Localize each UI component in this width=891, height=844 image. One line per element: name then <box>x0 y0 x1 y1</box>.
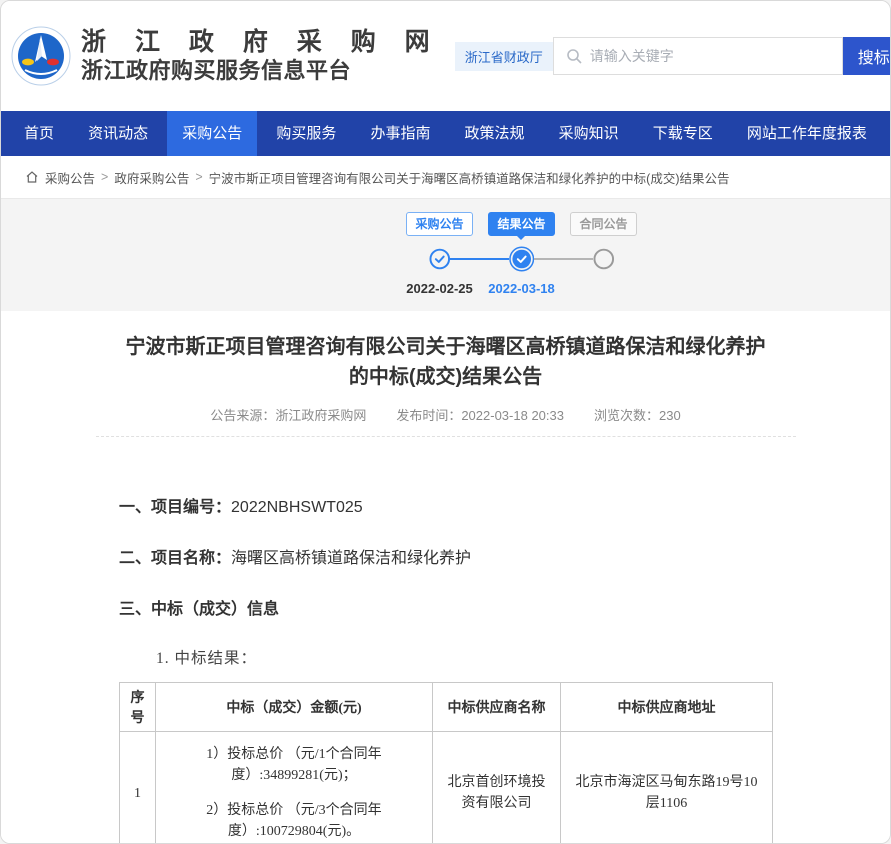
site-subtitle: 浙江政府购买服务信息平台 <box>81 57 441 85</box>
breadcrumb: 采购公告 > 政府采购公告 > 宁波市斯正项目管理咨询有限公司关于海曙区高桥镇道… <box>1 156 890 199</box>
cell-seq: 1 <box>120 732 156 844</box>
stage-chip-contract[interactable]: 合同公告 <box>570 212 636 236</box>
stage-timeline: 采购公告 结果公告 合同公告 <box>399 212 645 296</box>
stage-date-procurement: 2022-02-25 <box>406 281 473 296</box>
search-input[interactable] <box>590 48 842 64</box>
nav-item-news[interactable]: 资讯动态 <box>73 111 163 156</box>
article-title: 宁波市斯正项目管理咨询有限公司关于海曙区高桥镇道路保洁和绿化养护的中标(成交)结… <box>126 332 766 392</box>
header-supplier: 中标供应商名称 <box>433 683 561 732</box>
project-name-item: 二、项目名称：海曙区高桥镇道路保洁和绿化养护 <box>119 544 890 568</box>
award-info-label: 三、中标（成交）信息 <box>119 601 279 618</box>
search-box <box>553 37 843 75</box>
nav-item-knowledge[interactable]: 采购知识 <box>544 111 634 156</box>
brand-block: 浙 江 政 府 采 购 网 浙江政府购买服务信息平台 <box>81 27 441 85</box>
nav-item-purchase-service[interactable]: 购买服务 <box>261 111 351 156</box>
site-title: 浙 江 政 府 采 购 网 <box>81 27 441 57</box>
nav-item-download[interactable]: 下载专区 <box>638 111 728 156</box>
main-nav: 首页 资讯动态 采购公告 购买服务 办事指南 政策法规 采购知识 下载专区 网站… <box>1 111 890 156</box>
search-title-button[interactable]: 搜标题 <box>843 37 891 75</box>
article-body: 一、项目编号：2022NBHSWT025 二、项目名称：海曙区高桥镇道路保洁和绿… <box>1 437 890 844</box>
meta-source: 公告来源：浙江政府采购网 <box>210 405 366 424</box>
header-seq: 序号 <box>120 683 156 732</box>
site-logo-icon <box>11 26 71 86</box>
timeline-dates: 2022-02-25 2022-03-18 <box>399 281 645 296</box>
breadcrumb-separator: > <box>195 170 202 184</box>
article-meta: 公告来源：浙江政府采购网 发布时间：2022-03-18 20:33 浏览次数：… <box>1 405 890 424</box>
timeline-connector-done <box>450 258 509 260</box>
timeline-labels: 采购公告 结果公告 合同公告 <box>399 212 645 236</box>
cell-supplier: 北京首创环境投资有限公司 <box>433 732 561 844</box>
meta-publish-time: 发布时间：2022-03-18 20:33 <box>396 405 564 424</box>
stage-band: 采购公告 结果公告 合同公告 <box>1 199 890 311</box>
stage-chip-procurement[interactable]: 采购公告 <box>406 212 472 236</box>
award-result-table: 序号 中标（成交）金额(元) 中标供应商名称 中标供应商地址 1 1）投标总价 … <box>119 682 773 844</box>
project-name-value: 海曙区高桥镇道路保洁和绿化养护 <box>231 550 471 567</box>
step-current-check-icon <box>509 246 534 272</box>
site-header: 浙 江 政 府 采 购 网 浙江政府购买服务信息平台 浙江省财政厅 搜标题 搜全… <box>1 1 890 111</box>
amount-line-1: 1）投标总价 （元/1个合同年度）:34899281(元)； <box>166 744 422 786</box>
article-content: 宁波市斯正项目管理咨询有限公司关于海曙区高桥镇道路保洁和绿化养护的中标(成交)结… <box>1 332 890 844</box>
breadcrumb-item-current: 宁波市斯正项目管理咨询有限公司关于海曙区高桥镇道路保洁和绿化养护的中标(成交)结… <box>209 168 730 187</box>
nav-item-home[interactable]: 首页 <box>9 111 69 156</box>
nav-item-annual-report[interactable]: 网站工作年度报表 <box>732 111 882 156</box>
nav-item-procurement-notice[interactable]: 采购公告 <box>167 111 257 156</box>
nav-item-guide[interactable]: 办事指南 <box>355 111 445 156</box>
project-name-label: 二、项目名称： <box>119 550 231 567</box>
timeline-track <box>429 246 615 272</box>
award-info-heading: 三、中标（成交）信息 <box>119 595 890 619</box>
cell-address: 北京市海淀区马甸东路19号10层1106 <box>561 732 773 844</box>
table-header-row: 序号 中标（成交）金额(元) 中标供应商名称 中标供应商地址 <box>120 683 773 732</box>
search-area: 搜标题 搜全文 <box>553 37 891 75</box>
nav-item-policy[interactable]: 政策法规 <box>450 111 540 156</box>
amount-line-2: 2）投标总价 （元/3个合同年度）:100729804(元)。 <box>166 800 422 842</box>
table-row: 1 1）投标总价 （元/1个合同年度）:34899281(元)； 2）投标总价 … <box>120 732 773 844</box>
meta-view-count: 浏览次数：230 <box>594 405 681 424</box>
breadcrumb-separator: > <box>101 170 108 184</box>
award-result-subheading: 1. 中标结果： <box>156 646 890 668</box>
step-done-check-icon <box>429 248 451 270</box>
page-window: 浙 江 政 府 采 购 网 浙江政府购买服务信息平台 浙江省财政厅 搜标题 搜全… <box>0 0 891 844</box>
stage-chip-result[interactable]: 结果公告 <box>488 212 554 236</box>
home-icon[interactable] <box>25 170 39 184</box>
agency-badge: 浙江省财政厅 <box>455 42 553 71</box>
breadcrumb-item-notice[interactable]: 采购公告 <box>45 168 95 187</box>
project-number-item: 一、项目编号：2022NBHSWT025 <box>119 493 890 517</box>
cell-amount: 1）投标总价 （元/1个合同年度）:34899281(元)； 2）投标总价 （元… <box>156 732 433 844</box>
header-address: 中标供应商地址 <box>561 683 773 732</box>
project-number-label: 一、项目编号： <box>119 499 231 516</box>
search-icon <box>566 48 582 64</box>
timeline-connector-pending <box>534 258 593 260</box>
header-amount: 中标（成交）金额(元) <box>156 683 433 732</box>
project-number-value: 2022NBHSWT025 <box>231 499 363 516</box>
breadcrumb-item-gov-notice[interactable]: 政府采购公告 <box>114 168 189 187</box>
step-pending-circle-icon <box>593 248 615 270</box>
stage-date-result: 2022-03-18 <box>488 281 555 296</box>
